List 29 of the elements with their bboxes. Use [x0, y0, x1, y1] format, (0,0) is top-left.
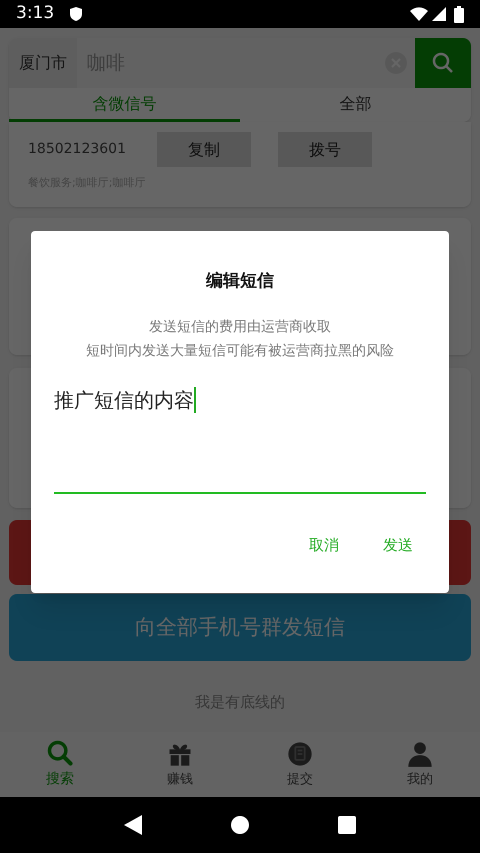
search-icon: [46, 739, 74, 767]
message-field[interactable]: 推广短信的内容: [54, 384, 426, 494]
tab[interactable]: 全部: [240, 88, 471, 122]
nav-item[interactable]: 提交: [240, 732, 360, 797]
notice-text: 短时间内发送大量短信可能有被运营商拉黑的风险: [86, 342, 394, 360]
text-cursor: [194, 386, 196, 412]
nav-item[interactable]: 赚钱: [120, 732, 240, 797]
battery-icon: [454, 6, 464, 22]
nav-item[interactable]: 我的: [360, 732, 480, 797]
dialog-title: 编辑短信: [206, 270, 274, 293]
status-time: 3:13: [16, 2, 54, 26]
phone-number: 18502123601: [28, 140, 127, 159]
recents-icon[interactable]: [338, 816, 356, 834]
copy-button[interactable]: 复制: [157, 132, 251, 167]
wifi-icon: [410, 7, 428, 21]
send-button[interactable]: 发送: [375, 534, 421, 556]
document-icon: [286, 740, 314, 768]
person-icon: [406, 740, 434, 768]
dial-button[interactable]: 拨号: [278, 132, 372, 167]
search-icon: [431, 51, 455, 75]
back-icon[interactable]: [124, 815, 142, 835]
nav-item[interactable]: 搜索: [0, 732, 120, 797]
notice-text: 发送短信的费用由运营商收取: [149, 318, 331, 336]
city-selector[interactable]: 厦门市: [9, 38, 77, 88]
home-icon[interactable]: [230, 816, 249, 834]
cancel-button[interactable]: 取消: [301, 534, 347, 556]
signal-icon: [432, 7, 446, 21]
bulk-sms-button[interactable]: 向全部手机号群发短信: [9, 594, 471, 661]
shield-icon: [70, 7, 82, 21]
